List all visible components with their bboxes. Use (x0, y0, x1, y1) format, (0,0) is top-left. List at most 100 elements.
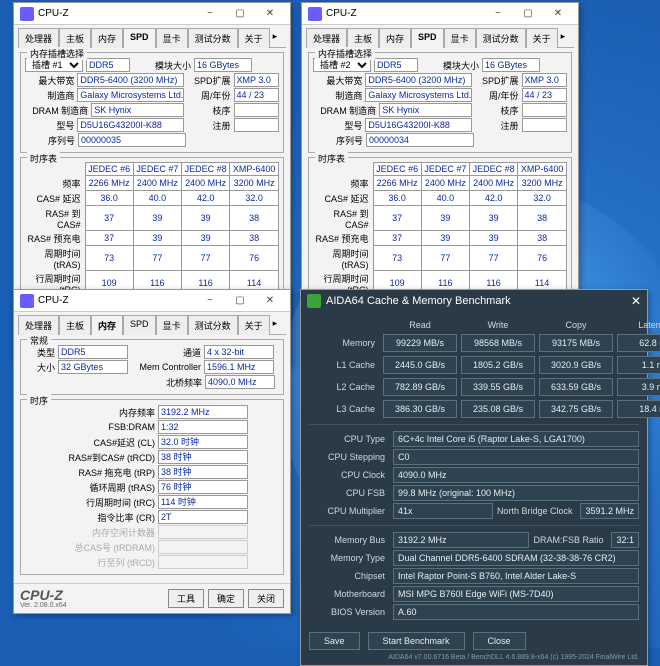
tab-spd[interactable]: SPD (123, 315, 156, 335)
trc: 114 时钟 (158, 495, 248, 509)
channels: 4 x 32-bit (204, 345, 274, 359)
save-button[interactable]: Save (309, 632, 360, 650)
tab-about[interactable]: 关于 (238, 315, 270, 335)
bench-value[interactable]: 62.8 ns (617, 334, 660, 352)
col-write: Write (461, 320, 535, 330)
sn: 00000034 (366, 133, 474, 147)
close-button2[interactable]: Close (473, 632, 526, 650)
close-button2[interactable]: 关闭 (248, 589, 284, 608)
bench-value[interactable]: 782.89 GB/s (383, 378, 457, 396)
reg (234, 118, 279, 132)
bench-value[interactable]: 1.1 ns (617, 356, 660, 374)
close-button[interactable]: ✕ (544, 6, 572, 22)
app-title: CPU-Z (326, 8, 484, 19)
bench-value[interactable]: 386.30 GB/s (383, 400, 457, 418)
row-rcd: RAS# 到CAS# (25, 206, 85, 231)
row-label: L2 Cache (309, 382, 379, 392)
mem-type: DDR5 (58, 345, 128, 359)
bench-value[interactable]: 99229 MB/s (383, 334, 457, 352)
max-bw-label: 最大带宽 (25, 74, 74, 87)
tab-cpu[interactable]: 处理器 (306, 28, 347, 48)
tab-mb[interactable]: 主板 (59, 315, 91, 335)
cpuz-mem-window[interactable]: CPU-Z −▢✕ 处理器 主板 内存 SPD 显卡 测试分数 关于 ▸ 常规 … (13, 289, 291, 614)
tab-about[interactable]: 关于 (238, 28, 270, 48)
chipset: Intel Raptor Point-S B760, Intel Alder L… (393, 568, 639, 584)
bench-value[interactable]: 18.4 ns (617, 400, 660, 418)
spdext: XMP 3.0 (234, 73, 279, 87)
titlebar[interactable]: CPU-Z − ▢ ✕ (14, 3, 290, 25)
tab-mem[interactable]: 内存 (379, 28, 411, 48)
bench-value[interactable]: 3020.9 GB/s (539, 356, 613, 374)
mod-size: 16 GBytes (194, 58, 252, 72)
row-label: L1 Cache (309, 360, 379, 370)
tab-spd[interactable]: SPD (123, 28, 156, 48)
trcd: 38 时钟 (158, 450, 248, 464)
aida-titlebar[interactable]: AIDA64 Cache & Memory Benchmark ✕ (301, 290, 647, 312)
close-button[interactable]: ✕ (256, 6, 284, 22)
aida-row: L2 Cache 782.89 GB/s339.55 GB/s633.59 GB/… (309, 378, 639, 396)
close-button[interactable]: ✕ (256, 293, 284, 309)
tab-spd[interactable]: SPD (411, 28, 444, 48)
tab-cpu[interactable]: 处理器 (18, 28, 59, 48)
bench-value[interactable]: 93175 MB/s (539, 334, 613, 352)
bios: A.60 (393, 604, 639, 620)
spdext-label: SPD扩展 (187, 74, 230, 87)
ok-button[interactable]: 确定 (208, 589, 244, 608)
tab-mb[interactable]: 主板 (59, 28, 91, 48)
bench-value[interactable]: 235.08 GB/s (461, 400, 535, 418)
tab-gpu[interactable]: 显卡 (156, 315, 188, 335)
max-bw: DDR5-6400 (3200 MHz) (77, 73, 184, 87)
tab-mem[interactable]: 内存 (91, 28, 123, 48)
bench-value[interactable]: 2445.0 GB/s (383, 356, 457, 374)
bench-value[interactable]: 342.75 GB/s (539, 400, 613, 418)
tab-cpu[interactable]: 处理器 (18, 315, 59, 335)
slot-select[interactable]: 插槽 #2 (313, 58, 371, 72)
slot-legend: 内存插槽选择 (27, 47, 87, 60)
tabs-right-icon[interactable]: ▸ (270, 315, 281, 335)
maximize-button[interactable]: ▢ (226, 293, 254, 309)
slot-select[interactable]: 插槽 #1 (25, 58, 83, 72)
aida-columns: Read Write Copy Latency (309, 320, 639, 330)
tab-bench[interactable]: 测试分数 (188, 28, 238, 48)
tab-mb[interactable]: 主板 (347, 28, 379, 48)
timing-legend: 时序 (27, 394, 51, 407)
minimize-button[interactable]: − (196, 293, 224, 309)
tab-gpu[interactable]: 显卡 (156, 28, 188, 48)
bench-value[interactable]: 339.55 GB/s (461, 378, 535, 396)
bench-value[interactable]: 98568 MB/s (461, 334, 535, 352)
aida-icon (307, 294, 321, 308)
minimize-button[interactable]: − (196, 6, 224, 22)
app-icon (308, 7, 322, 21)
tab-gpu[interactable]: 显卡 (444, 28, 476, 48)
dram-mfr: SK Hynix (91, 103, 184, 117)
app-icon (20, 7, 34, 21)
tools-button[interactable]: 工具 (168, 589, 204, 608)
minimize-button[interactable]: − (484, 6, 512, 22)
row-rp: RAS# 预充电 (25, 231, 85, 246)
bench-value[interactable]: 633.59 GB/s (539, 378, 613, 396)
mem-type: DDR5 (86, 58, 130, 72)
slot-legend: 内存插槽选择 (315, 47, 375, 60)
tabs-right-icon[interactable]: ▸ (270, 28, 281, 48)
col-xmp: XMP-6400 (230, 163, 279, 176)
mem-bus: 3192.2 MHz (393, 532, 529, 548)
tab-mem[interactable]: 内存 (91, 315, 123, 335)
cr: 2T (158, 510, 248, 524)
cpu-fsb: 99.8 MHz (original: 100 MHz) (393, 485, 639, 501)
aida-row: L1 Cache 2445.0 GB/s1805.2 GB/s3020.9 GB/… (309, 356, 639, 374)
tabs: 处理器 主板 内存 SPD 显卡 测试分数 关于 ▸ (18, 27, 286, 48)
row-tras: 周期时间 (tRAS) (25, 246, 85, 271)
aida-window[interactable]: AIDA64 Cache & Memory Benchmark ✕ Read W… (300, 289, 648, 666)
tab-about[interactable]: 关于 (526, 28, 558, 48)
mod-size-label: 模块大小 (133, 59, 191, 72)
mem-type: Dual Channel DDR5-6400 SDRAM (32-38-38-7… (393, 550, 639, 566)
tabs-right-icon[interactable]: ▸ (558, 28, 569, 48)
tab-bench[interactable]: 测试分数 (188, 315, 238, 335)
bench-value[interactable]: 3.9 ns (617, 378, 660, 396)
close-button[interactable]: ✕ (631, 294, 641, 308)
start-benchmark-button[interactable]: Start Benchmark (368, 632, 465, 650)
bench-value[interactable]: 1805.2 GB/s (461, 356, 535, 374)
tab-bench[interactable]: 测试分数 (476, 28, 526, 48)
maximize-button[interactable]: ▢ (514, 6, 542, 22)
maximize-button[interactable]: ▢ (226, 6, 254, 22)
